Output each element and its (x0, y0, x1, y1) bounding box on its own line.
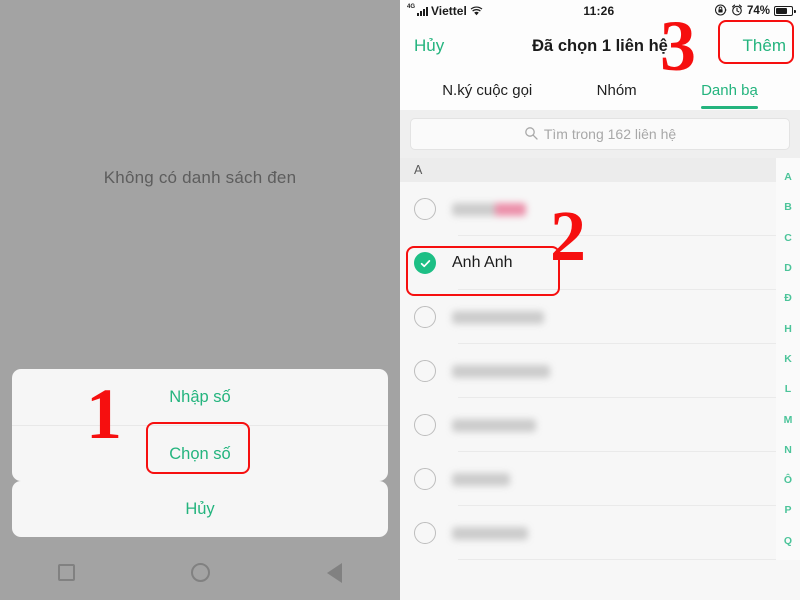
blacklist-empty-state: Không có danh sách đen (103, 168, 297, 187)
check-icon (420, 259, 430, 267)
search-icon (524, 126, 538, 143)
index-letter[interactable]: Đ (784, 292, 792, 304)
index-letter[interactable]: L (785, 383, 791, 395)
alphabet-index-rail[interactable]: A B C D Đ H K L M N Ô P Q (776, 158, 800, 560)
sheet-cancel-button[interactable]: Hủy (12, 481, 388, 537)
carrier-label: Viettel (431, 4, 467, 18)
index-letter[interactable]: A (784, 171, 792, 183)
table-row[interactable] (400, 290, 800, 344)
row-checkbox[interactable] (414, 468, 436, 490)
row-checkbox[interactable] (414, 360, 436, 382)
row-checkbox[interactable] (414, 522, 436, 544)
network-type-label: 4G (407, 4, 416, 10)
action-sheet-cancel-card: Hủy (12, 481, 388, 537)
contact-name (452, 472, 510, 486)
recents-square-icon[interactable] (58, 564, 76, 581)
search-placeholder: Tìm trong 162 liên hệ (543, 126, 677, 142)
tab-contacts[interactable]: Danh bạ (701, 70, 758, 110)
status-bar: 4G Viettel 11:26 74% (400, 0, 800, 22)
battery-percent-label: 74% (746, 5, 770, 17)
add-button[interactable]: Thêm (743, 36, 786, 56)
table-row[interactable]: Anh Anh (400, 236, 800, 290)
contact-name (452, 364, 550, 378)
row-checkbox[interactable] (414, 414, 436, 436)
table-row[interactable] (400, 344, 800, 398)
table-row[interactable] (400, 398, 800, 452)
page-title: Đã chọn 1 liên hệ (532, 36, 668, 55)
left-phone-panel: Không có danh sách đen Thêm Nhập số Chọn… (0, 0, 400, 600)
tab-call-log[interactable]: N.ký cuộc gọi (442, 70, 532, 110)
search-area: Tìm trong 162 liên hệ (400, 110, 800, 158)
status-bar-clock: 11:26 (583, 4, 615, 18)
home-circle-icon[interactable] (191, 563, 211, 582)
row-checkbox[interactable] (414, 306, 436, 328)
rotation-lock-icon (714, 3, 727, 19)
status-bar-right: 74% (714, 3, 796, 19)
index-letter[interactable]: Ô (784, 474, 792, 486)
right-phone-panel: 4G Viettel 11:26 74% Hủy Đã chọn 1 liên … (400, 0, 800, 600)
status-bar-left: 4G Viettel (407, 4, 483, 18)
row-checkbox-checked[interactable] (414, 252, 436, 274)
index-letter[interactable]: P (784, 504, 791, 516)
nav-header: Hủy Đã chọn 1 liên hệ Thêm (400, 22, 800, 70)
sheet-item-chon-so[interactable]: Chọn số (12, 425, 388, 481)
tab-groups[interactable]: Nhóm (597, 70, 637, 110)
table-row[interactable] (400, 506, 800, 560)
table-row[interactable] (400, 182, 800, 236)
contact-name (452, 202, 526, 216)
search-input[interactable]: Tìm trong 162 liên hệ (410, 118, 790, 150)
index-letter[interactable]: N (784, 444, 792, 456)
index-letter[interactable]: K (784, 353, 792, 365)
index-letter[interactable]: D (784, 262, 792, 274)
contact-name: Anh Anh (452, 254, 513, 271)
screenshot-root: Không có danh sách đen Thêm Nhập số Chọn… (0, 0, 800, 600)
index-letter[interactable]: B (784, 201, 792, 213)
action-sheet-options: Nhập số Chọn số (12, 369, 388, 481)
contact-name (452, 418, 536, 432)
battery-icon (774, 6, 796, 16)
row-checkbox[interactable] (414, 198, 436, 220)
signal-bars-icon (417, 6, 429, 16)
index-letter[interactable]: C (784, 232, 792, 244)
index-letter[interactable]: Q (784, 535, 792, 547)
tab-bar: N.ký cuộc gọi Nhóm Danh bạ (400, 70, 800, 110)
cancel-button[interactable]: Hủy (414, 36, 444, 56)
wifi-icon (470, 6, 483, 19)
index-letter[interactable]: M (784, 414, 793, 426)
back-triangle-icon[interactable] (326, 562, 342, 583)
contact-list[interactable]: A Anh Anh A B C D Đ H K L M N Ô P Q (400, 158, 800, 560)
alarm-clock-icon (731, 3, 743, 19)
contact-name (452, 526, 528, 540)
sheet-item-nhap-so[interactable]: Nhập số (12, 369, 388, 425)
section-header-a: A (400, 158, 800, 182)
android-navigation-bar (0, 545, 400, 600)
contact-name (452, 310, 544, 324)
table-row[interactable] (400, 452, 800, 506)
index-letter[interactable]: H (784, 323, 792, 335)
